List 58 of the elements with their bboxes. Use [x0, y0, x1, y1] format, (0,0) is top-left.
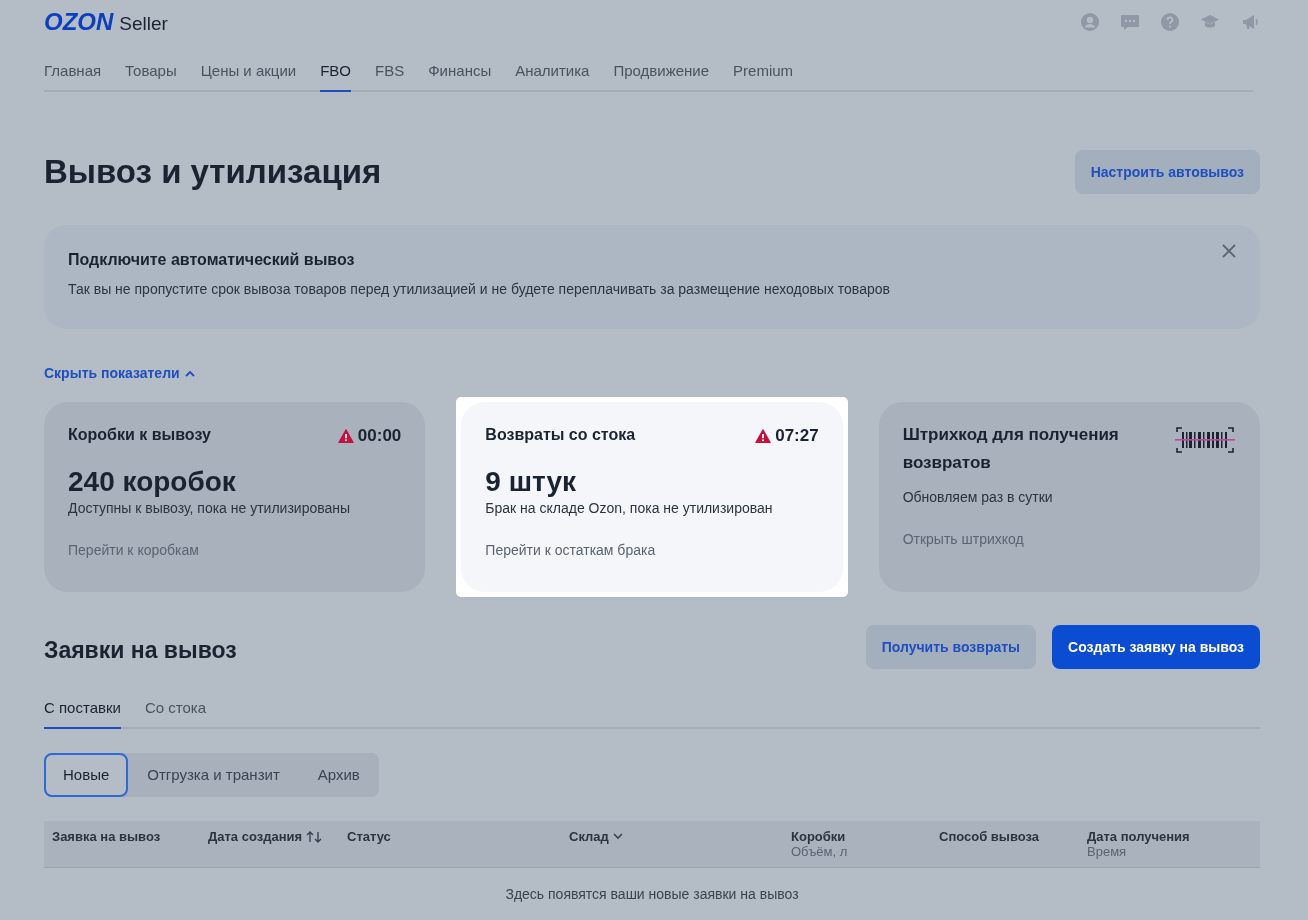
chevron-down-icon[interactable] — [612, 833, 623, 840]
banner-title: Подключите автоматический вывоз — [68, 251, 356, 269]
card-link[interactable]: Перейти к остаткам брака — [485, 542, 656, 558]
column-header[interactable]: Коробки — [791, 829, 846, 844]
autoremoval-button[interactable]: Настроить автовывоз — [1074, 150, 1260, 194]
close-icon[interactable] — [1222, 244, 1236, 258]
nav-tab[interactable]: Продвижение — [613, 44, 710, 92]
column-header[interactable]: Дата создания — [208, 829, 303, 844]
column-subheader: Объём, л — [791, 844, 849, 859]
chevron-icon — [184, 369, 195, 377]
card-link[interactable]: Перейти к коробкам — [68, 542, 199, 558]
barcode-icon — [1174, 426, 1236, 454]
card-link[interactable]: Открыть штрихкод — [902, 531, 1024, 547]
chat-icon — [1120, 12, 1140, 32]
card-title: Штрихкод для получения возвратов — [902, 424, 1120, 474]
column-header[interactable]: Заявка на вывоз — [52, 829, 161, 844]
card-caption: Доступны к вывозу, пока не утилизированы — [68, 500, 352, 516]
metric-value: 9 штук — [485, 466, 577, 498]
column-header[interactable]: Склад — [569, 829, 609, 844]
nav-tab[interactable]: Товары — [125, 44, 177, 92]
column-header[interactable]: Способ вывоза — [939, 829, 1040, 844]
nav-tab[interactable]: Финансы — [428, 44, 492, 92]
product-name: Seller — [119, 13, 168, 35]
nav-tab[interactable]: Premium — [733, 44, 794, 92]
timer-value: 00:00 — [357, 426, 402, 446]
nav-tab[interactable]: Цены и акции — [200, 44, 297, 92]
banner-text: Так вы не пропустите срок вывоза товаров перед утилизацией и не будете переплачивать за размещение неходовых товаров — [68, 281, 890, 297]
card-title: Коробки к вывозу — [68, 426, 211, 444]
timer-value: 07:27 — [775, 426, 819, 446]
brand-logo[interactable]: OZON — [44, 8, 114, 36]
filter-option[interactable]: Отгрузка и транзит — [128, 753, 299, 797]
metrics-toggle-link[interactable]: Скрыть показатели — [44, 365, 195, 381]
section-title: Заявки на вывоз — [44, 636, 237, 664]
tab[interactable]: Со стока — [144, 693, 207, 729]
filter-option[interactable]: Новые — [44, 753, 129, 797]
card-caption: Брак на складе Ozon, пока не утилизирован — [485, 500, 774, 516]
column-header[interactable]: Дата получения — [1087, 829, 1190, 844]
warning-icon — [337, 429, 354, 443]
nav-tab[interactable]: Аналитика — [515, 44, 590, 92]
profile-icon — [1080, 12, 1100, 32]
filter-option[interactable]: Архив — [298, 753, 379, 797]
warning-icon — [755, 429, 772, 443]
megaphone-icon — [1240, 12, 1260, 32]
create-request-button[interactable]: Создать заявку на вывоз — [1052, 625, 1260, 669]
tab[interactable]: С поставки — [44, 693, 121, 729]
column-header[interactable]: Статус — [347, 829, 391, 844]
card-title: Возвраты со стока — [485, 426, 636, 444]
sort-icon[interactable] — [306, 830, 323, 843]
nav-tab[interactable]: FBO — [320, 44, 352, 92]
page-title: Вывоз и утилизация — [44, 153, 382, 191]
nav-tab[interactable]: FBS — [375, 44, 405, 92]
empty-state-text: Здесь появятся ваши новые заявки на вывоз — [504, 886, 800, 902]
nav-tab[interactable]: Главная — [44, 44, 102, 92]
help-icon — [1160, 12, 1180, 32]
card-caption: Обновляем раз в сутки — [902, 489, 1054, 505]
get-returns-button[interactable]: Получить возвраты — [865, 625, 1037, 669]
column-subheader: Время — [1087, 844, 1128, 859]
metric-value: 240 коробок — [68, 466, 237, 498]
